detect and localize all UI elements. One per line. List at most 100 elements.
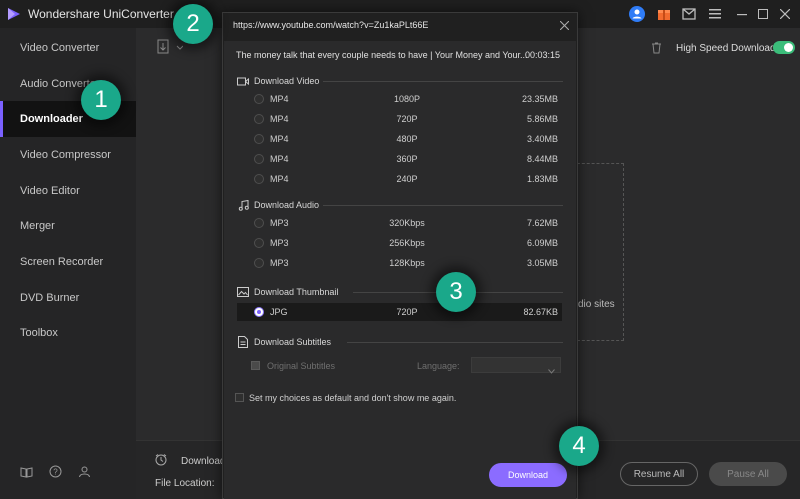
file-size: 8.44MB — [526, 154, 558, 164]
quality: 240P — [396, 174, 418, 184]
resume-all-button[interactable]: Resume All — [620, 462, 698, 486]
video-option-row[interactable]: MP4 240P 1.83MB — [237, 170, 562, 188]
quality: 256Kbps — [389, 238, 425, 248]
download-video-label: Download Video — [254, 76, 320, 86]
video-option-row[interactable]: MP4 360P 8.44MB — [237, 150, 562, 168]
format: MP3 — [270, 258, 289, 268]
format: MP4 — [270, 114, 289, 124]
account-icon[interactable] — [78, 465, 92, 479]
radio-button-selected[interactable] — [254, 307, 264, 317]
sidebar-item-video-editor[interactable]: Video Editor — [0, 173, 136, 209]
download-audio-heading: Download Audio — [237, 198, 319, 212]
high-speed-download-toggle[interactable] — [773, 41, 795, 54]
format: JPG — [270, 307, 288, 317]
thumbnail-option-row[interactable]: JPG 720P 82.67KB — [237, 303, 562, 321]
radio-button[interactable] — [254, 94, 264, 104]
video-option-row[interactable]: MP4 1080P 23.35MB — [237, 90, 562, 108]
add-download-icon[interactable] — [157, 39, 184, 60]
format: MP3 — [270, 218, 289, 228]
step-badge-1: 1 — [81, 80, 121, 120]
sidebar-item-toolbox[interactable]: Toolbox — [0, 315, 136, 351]
set-default-label: Set my choices as default and don't show… — [249, 393, 457, 403]
quality: 128Kbps — [389, 258, 425, 268]
radio-button[interactable] — [254, 258, 264, 268]
download-thumbnail-heading: Download Thumbnail — [237, 285, 338, 299]
quality: 360P — [396, 154, 418, 164]
trash-icon[interactable] — [651, 41, 662, 59]
file-location-label: File Location: — [155, 478, 215, 489]
minimize-icon[interactable] — [732, 4, 752, 24]
radio-button[interactable] — [254, 134, 264, 144]
drop-zone[interactable] — [572, 163, 624, 341]
video-url: https://www.youtube.com/watch?v=Zu1kaPLt… — [233, 20, 429, 30]
radio-button[interactable] — [254, 218, 264, 228]
chevron-down-icon — [548, 361, 555, 379]
format: MP4 — [270, 94, 289, 104]
user-icon[interactable] — [628, 5, 646, 23]
file-size: 6.09MB — [526, 238, 558, 248]
sidebar-item-dvd-burner[interactable]: DVD Burner — [0, 280, 136, 316]
uniconverter-logo — [8, 8, 20, 20]
file-size: 3.05MB — [526, 258, 558, 268]
dialog-close-icon[interactable] — [556, 17, 572, 33]
menu-icon[interactable] — [706, 5, 724, 23]
step-badge-3: 3 — [436, 272, 476, 312]
divider — [323, 205, 563, 206]
mail-icon[interactable] — [680, 5, 698, 23]
download-video-heading: Download Video — [237, 74, 319, 88]
set-default-checkbox[interactable] — [235, 393, 244, 402]
format: MP4 — [270, 154, 289, 164]
audio-option-row[interactable]: MP3 128Kbps 3.05MB — [237, 254, 562, 272]
sidebar-item-video-compressor[interactable]: Video Compressor — [0, 137, 136, 173]
original-subtitles-label: Original Subtitles — [267, 361, 336, 371]
radio-button[interactable] — [254, 174, 264, 184]
drop-zone-text: dio sites — [578, 299, 615, 310]
gift-icon[interactable] — [655, 5, 673, 23]
book-icon[interactable] — [20, 465, 34, 479]
high-speed-download-label: High Speed Download — [676, 43, 776, 54]
divider — [347, 342, 563, 343]
clock-icon — [155, 453, 167, 471]
file-size: 3.40MB — [526, 134, 558, 144]
maximize-icon[interactable] — [753, 4, 773, 24]
format: MP3 — [270, 238, 289, 248]
language-label: Language: — [417, 361, 460, 371]
video-camera-icon — [237, 75, 249, 87]
image-icon — [237, 286, 249, 298]
download-label: Download — [181, 456, 226, 467]
audio-option-row[interactable]: MP3 320Kbps 7.62MB — [237, 214, 562, 232]
file-size: 23.35MB — [521, 94, 558, 104]
language-select[interactable] — [471, 357, 561, 374]
format: MP4 — [270, 174, 289, 184]
download-button[interactable]: Download — [489, 463, 567, 487]
video-duration: 00:03:15 — [525, 50, 561, 60]
divider — [323, 81, 563, 82]
quality: 320Kbps — [389, 218, 425, 228]
download-audio-label: Download Audio — [254, 200, 320, 210]
sidebar-item-screen-recorder[interactable]: Screen Recorder — [0, 244, 136, 280]
download-subtitles-heading: Download Subtitles — [237, 335, 331, 349]
document-icon — [237, 336, 249, 348]
download-thumbnail-label: Download Thumbnail — [254, 287, 339, 297]
pause-all-button[interactable]: Pause All — [709, 462, 787, 486]
quality: 1080P — [393, 94, 421, 104]
sidebar-item-merger[interactable]: Merger — [0, 208, 136, 244]
help-icon[interactable]: ? — [49, 465, 63, 479]
sidebar-item-video-converter[interactable]: Video Converter — [0, 30, 136, 66]
svg-text:?: ? — [53, 468, 58, 477]
music-note-icon — [237, 199, 249, 211]
video-option-row[interactable]: MP4 720P 5.86MB — [237, 110, 562, 128]
step-badge-2: 2 — [173, 4, 213, 44]
quality: 720P — [396, 114, 418, 124]
video-option-row[interactable]: MP4 480P 3.40MB — [237, 130, 562, 148]
audio-option-row[interactable]: MP3 256Kbps 6.09MB — [237, 234, 562, 252]
radio-button[interactable] — [254, 114, 264, 124]
download-subtitles-label: Download Subtitles — [254, 337, 332, 347]
step-badge-4: 4 — [559, 426, 599, 466]
radio-button[interactable] — [254, 154, 264, 164]
file-size: 5.86MB — [526, 114, 558, 124]
original-subtitles-checkbox[interactable] — [251, 361, 260, 370]
file-size: 7.62MB — [526, 218, 558, 228]
close-icon[interactable] — [775, 4, 795, 24]
radio-button[interactable] — [254, 238, 264, 248]
